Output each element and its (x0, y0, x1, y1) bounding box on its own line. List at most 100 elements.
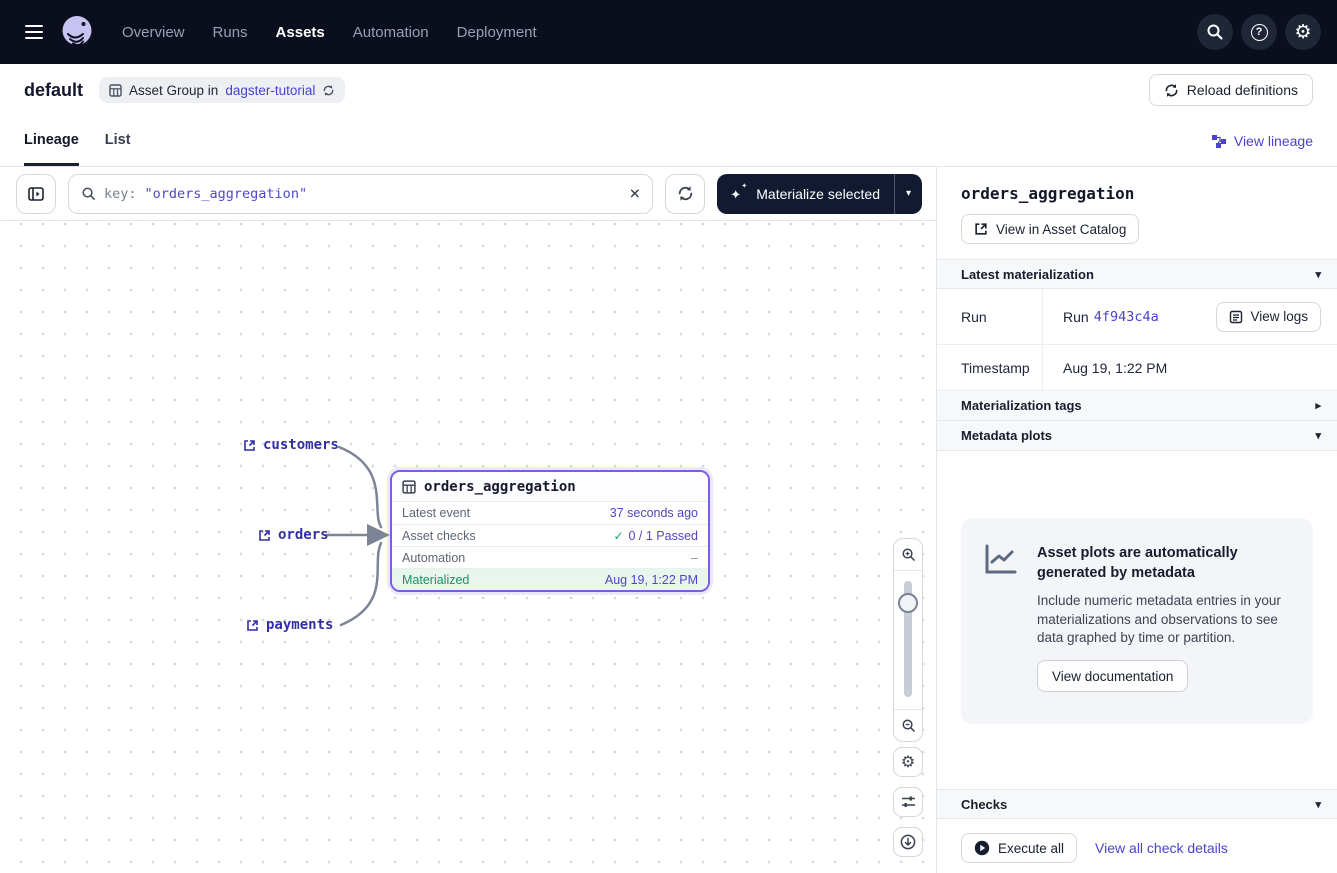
external-link-icon (243, 439, 256, 452)
panel-expand-icon (28, 186, 44, 202)
reload-icon (1164, 83, 1179, 98)
check-icon: ✓ (613, 529, 623, 543)
tab-lineage[interactable]: Lineage (24, 116, 79, 166)
play-circle-icon (974, 840, 990, 856)
asset-node-label: customers (263, 437, 339, 453)
zoom-slider-thumb[interactable] (898, 593, 918, 613)
graph-column: key: "orders_aggregation" × ✦✦ Materializ… (0, 167, 937, 873)
search-query-prefix: key: (104, 186, 137, 202)
asset-node-header: orders_aggregation (392, 472, 708, 502)
zoom-out-button[interactable] (894, 709, 922, 741)
lineage-graph-icon (1211, 134, 1227, 149)
edge-arrowhead (367, 524, 390, 546)
toggle-sidebar-button[interactable] (16, 174, 56, 214)
asset-search-input[interactable]: key: "orders_aggregation" × (68, 174, 653, 214)
asset-node-customers[interactable]: customers (243, 434, 339, 456)
view-in-asset-catalog-button[interactable]: View in Asset Catalog (961, 214, 1139, 244)
refresh-icon (322, 84, 335, 97)
nav-item-assets[interactable]: Assets (276, 24, 325, 41)
asset-node-payments[interactable]: payments (246, 614, 333, 636)
top-nav: Overview Runs Assets Automation Deployme… (0, 0, 1337, 64)
asset-group-badge[interactable]: Asset Group in dagster-tutorial (99, 77, 345, 103)
graph-toolbar: key: "orders_aggregation" × ✦✦ Materializ… (0, 167, 936, 221)
search-query-value: "orders_aggregation" (145, 186, 308, 202)
clear-search-button[interactable]: × (629, 185, 640, 203)
graph-settings-button[interactable]: ⚙ (893, 747, 923, 777)
badge-label: Asset Group in (129, 83, 218, 98)
timestamp-label: Timestamp (937, 345, 1043, 390)
zoom-controls (893, 538, 923, 742)
view-all-check-details-link[interactable]: View all check details (1095, 840, 1228, 856)
view-logs-label: View logs (1250, 309, 1308, 324)
zoom-out-icon (901, 718, 916, 733)
panel-asset-title: orders_aggregation (961, 184, 1313, 203)
gear-icon: ⚙ (1294, 23, 1311, 42)
checks-actions: Execute all View all check details (961, 833, 1313, 863)
reload-definitions-button[interactable]: Reload definitions (1149, 74, 1313, 106)
dagster-logo[interactable] (58, 13, 96, 51)
nav-help-button[interactable]: ? (1241, 14, 1277, 50)
nav-item-overview[interactable]: Overview (122, 24, 185, 41)
help-icon: ? (1251, 24, 1268, 41)
view-in-asset-catalog-label: View in Asset Catalog (996, 222, 1126, 237)
nav-item-deployment[interactable]: Deployment (457, 24, 537, 41)
dagster-octopus-icon (58, 13, 96, 51)
view-lineage-link[interactable]: View lineage (1211, 133, 1313, 149)
section-metadata-plots[interactable]: Metadata plots ▾ (937, 421, 1337, 451)
chevron-down-icon: ▾ (906, 188, 911, 199)
reload-definitions-label: Reload definitions (1187, 82, 1298, 98)
section-materialization-tags[interactable]: Materialization tags ▸ (937, 391, 1337, 421)
chart-icon (983, 544, 1019, 576)
timestamp-value: Aug 19, 1:22 PM (1043, 345, 1337, 390)
execute-all-button[interactable]: Execute all (961, 833, 1077, 863)
node-row-materialized: Materialized Aug 19, 1:22 PM (392, 568, 708, 590)
zoom-in-button[interactable] (894, 539, 922, 571)
refresh-graph-button[interactable] (665, 174, 705, 214)
timestamp-row: Timestamp Aug 19, 1:22 PM (937, 345, 1337, 391)
search-icon (1206, 23, 1224, 41)
lineage-canvas[interactable]: customers orders payments (0, 221, 936, 873)
metadata-plots-empty-card: Asset plots are automatically generated … (961, 518, 1313, 724)
primary-nav: Overview Runs Assets Automation Deployme… (122, 24, 537, 41)
run-id-link[interactable]: 4f943c4a (1094, 309, 1159, 325)
run-row-label: Run (937, 289, 1043, 344)
table-icon (109, 84, 122, 97)
badge-repo-link[interactable]: dagster-tutorial (225, 83, 315, 98)
view-lineage-label: View lineage (1234, 133, 1313, 149)
tabs-row: Lineage List View lineage (0, 116, 1337, 167)
external-link-icon (974, 222, 988, 236)
view-logs-button[interactable]: View logs (1216, 302, 1321, 332)
materialize-button-group: ✦✦ Materialize selected ▾ (717, 174, 922, 214)
logs-icon (1229, 310, 1243, 324)
materialize-dropdown-button[interactable]: ▾ (894, 174, 922, 214)
recenter-view-button[interactable] (893, 827, 923, 857)
tab-list[interactable]: List (105, 116, 131, 166)
nav-settings-button[interactable]: ⚙ (1285, 14, 1321, 50)
nav-search-button[interactable] (1197, 14, 1233, 50)
node-row-asset-checks: Asset checks ✓0 / 1 Passed (392, 524, 708, 546)
gear-icon: ⚙ (901, 754, 915, 770)
nav-item-runs[interactable]: Runs (213, 24, 248, 41)
execute-all-label: Execute all (998, 841, 1064, 856)
section-checks[interactable]: Checks ▾ (937, 789, 1337, 819)
zoom-in-icon (901, 547, 916, 562)
node-row-latest-event: Latest event 37 seconds ago (392, 502, 708, 524)
content: key: "orders_aggregation" × ✦✦ Materializ… (0, 167, 1337, 873)
zoom-slider[interactable] (894, 571, 922, 709)
nav-item-automation[interactable]: Automation (353, 24, 429, 41)
menu-button[interactable] (16, 14, 52, 50)
asset-node-orders-aggregation[interactable]: orders_aggregation Latest event 37 secon… (390, 470, 710, 592)
node-row-automation: Automation – (392, 546, 708, 568)
materialize-selected-button[interactable]: ✦✦ Materialize selected (717, 174, 894, 214)
nav-actions: ? ⚙ (1197, 14, 1321, 50)
asset-node-orders[interactable]: orders (258, 524, 329, 546)
section-latest-materialization[interactable]: Latest materialization ▾ (937, 259, 1337, 289)
asset-node-label: payments (266, 617, 333, 633)
sparkle-icon: ✦✦ (731, 186, 747, 202)
chevron-down-icon: ▾ (1315, 268, 1321, 281)
chevron-right-icon: ▸ (1315, 399, 1321, 412)
table-icon (402, 480, 416, 494)
graph-filters-button[interactable] (893, 787, 923, 817)
view-documentation-button[interactable]: View documentation (1037, 660, 1188, 692)
materialize-label: Materialize selected (756, 186, 880, 202)
